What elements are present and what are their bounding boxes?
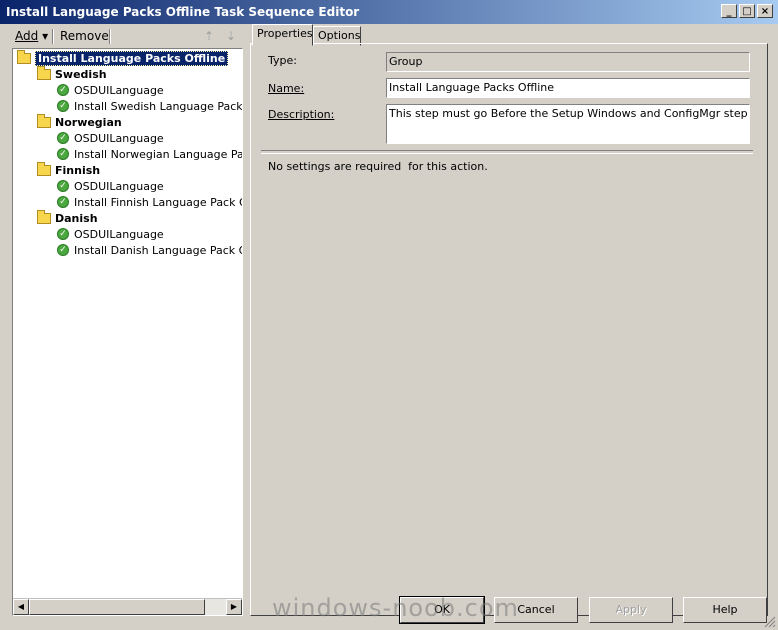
tree-group-label: Finnish [55,164,101,177]
move-up-icon[interactable]: ⇡ [204,29,218,43]
tree-step-label: Install Swedish Language Pack Offl [74,100,243,113]
tree-group-label: Danish [55,212,98,225]
move-down-icon[interactable]: ⇣ [226,29,240,43]
folder-icon [37,113,51,128]
scroll-left-icon[interactable]: ◀ [13,599,29,615]
check-icon: ✓ [57,100,69,112]
tree-step-label: Install Finnish Language Pack Offlin [74,196,242,209]
tree-group-norwegian[interactable]: Norwegian [37,113,122,131]
check-icon: ✓ [57,84,69,96]
check-icon: ✓ [57,244,69,256]
scroll-right-icon[interactable]: ▶ [226,599,242,615]
horizontal-scrollbar[interactable]: ◀ ▶ [13,598,242,615]
toolbar-separator [52,29,54,44]
watermark-text: windows-noob.com [272,594,519,622]
chevron-down-icon: ▾ [42,29,49,43]
close-button[interactable]: × [757,4,773,18]
tree-step-label: OSDUILanguage [74,84,164,97]
tree-step[interactable]: ✓ Install Finnish Language Pack Offlin [57,195,242,211]
window-title: Install Language Packs Offline Task Sequ… [6,5,360,19]
divider [261,150,753,154]
tree-root[interactable]: Install Language Packs Offline [17,49,229,67]
check-icon: ✓ [57,228,69,240]
type-field: Group [386,52,750,72]
properties-panel: Type: Group Name: Install Language Packs… [250,43,768,616]
check-icon: ✓ [57,180,69,192]
tree-step[interactable]: ✓ Install Norwegian Language Pack C [57,147,243,163]
remove-button[interactable]: Remove [60,29,109,43]
toolbar: Add ▾ Remove ⇡ ⇣ [8,26,244,46]
tree-group-label: Norwegian [55,116,122,129]
check-icon: ✓ [57,196,69,208]
tree-step-label: OSDUILanguage [74,180,164,193]
help-button[interactable]: Help [683,597,767,623]
maximize-button[interactable]: □ [739,4,755,18]
description-label: Description: [268,108,335,121]
toolbar-separator [109,29,111,44]
no-settings-text: No settings are required for this action… [268,160,488,173]
check-icon: ✓ [57,132,69,144]
tab-properties[interactable]: Properties [252,24,313,46]
folder-icon [37,65,51,80]
tree-step[interactable]: ✓ OSDUILanguage [57,179,164,195]
check-icon: ✓ [57,148,69,160]
tree-root-label: Install Language Packs Offline [35,51,229,66]
tree-group-danish[interactable]: Danish [37,209,98,227]
type-label: Type: [268,54,297,67]
name-field[interactable]: Install Language Packs Offline [386,78,750,98]
tree-step[interactable]: ✓ OSDUILanguage [57,83,164,99]
scroll-thumb[interactable] [29,599,205,615]
folder-icon [17,49,31,64]
minimize-button[interactable]: _ [721,4,737,18]
tree-step[interactable]: ✓ OSDUILanguage [57,131,164,147]
resize-grip-icon[interactable] [764,616,776,628]
tree-step[interactable]: ✓ Install Swedish Language Pack Offl [57,99,243,115]
title-bar: Install Language Packs Offline Task Sequ… [0,0,778,24]
folder-icon [37,161,51,176]
name-label: Name: [268,82,305,95]
tree-step-label: Install Danish Language Pack Offlin [74,244,242,257]
description-field[interactable]: This step must go Before the Setup Windo… [386,104,750,144]
tree-step-label: OSDUILanguage [74,228,164,241]
dialog-client: Add ▾ Remove ⇡ ⇣ Install Language Packs … [0,24,778,630]
tree-group-swedish[interactable]: Swedish [37,65,107,83]
apply-button[interactable]: Apply [589,597,673,623]
tree-step[interactable]: ✓ Install Danish Language Pack Offlin [57,243,242,259]
folder-icon [37,209,51,224]
add-label: Add [15,29,39,43]
task-sequence-tree[interactable]: Install Language Packs Offline Swedish ✓… [12,48,243,616]
tree-step-label: OSDUILanguage [74,132,164,145]
tree-group-label: Swedish [55,68,107,81]
add-menu-button[interactable]: Add ▾ [15,29,48,43]
tree-group-finnish[interactable]: Finnish [37,161,101,179]
tree-step-label: Install Norwegian Language Pack C [74,148,243,161]
tree-step[interactable]: ✓ OSDUILanguage [57,227,164,243]
